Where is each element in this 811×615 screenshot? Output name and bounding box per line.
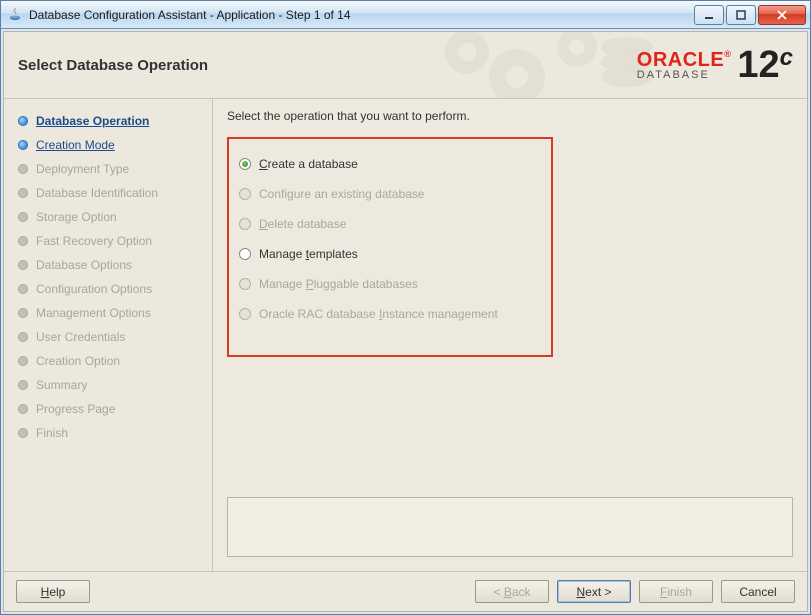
option-label: Manage templates xyxy=(259,247,358,261)
wizard-step-5: Fast Recovery Option xyxy=(18,229,206,253)
step-dot-icon xyxy=(18,284,28,294)
wizard-step-9: User Credentials xyxy=(18,325,206,349)
wizard-step-6: Database Options xyxy=(18,253,206,277)
radio-icon xyxy=(239,278,251,290)
close-button[interactable] xyxy=(758,5,806,25)
step-label: Progress Page xyxy=(36,402,115,416)
option-label: Configure an existing database xyxy=(259,187,424,201)
step-label: Fast Recovery Option xyxy=(36,234,152,248)
step-dot-icon xyxy=(18,236,28,246)
wizard-step-3: Database Identification xyxy=(18,181,206,205)
step-label: Summary xyxy=(36,378,87,392)
step-label: Storage Option xyxy=(36,210,117,224)
step-dot-icon xyxy=(18,332,28,342)
step-dot-icon xyxy=(18,356,28,366)
wizard-sidebar: Database Operation Creation Mode Deploymen… xyxy=(4,99,213,571)
page-title: Select Database Operation xyxy=(18,57,208,74)
wizard-step-10: Creation Option xyxy=(18,349,206,373)
step-dot-icon xyxy=(18,116,28,126)
option-label: Create a database xyxy=(259,157,358,171)
wizard-footer: Help < Back Next > Finish Cancel xyxy=(4,571,807,611)
finish-button[interactable]: Finish xyxy=(639,580,713,603)
step-dot-icon xyxy=(18,308,28,318)
wizard-step-7: Configuration Options xyxy=(18,277,206,301)
wizard-step-1[interactable]: Creation Mode xyxy=(18,133,206,157)
step-dot-icon xyxy=(18,428,28,438)
brand-oracle-text: ORACLE xyxy=(637,49,724,71)
step-label: Database Operation xyxy=(36,114,149,128)
brand-version-c: c xyxy=(780,44,793,71)
step-label: Finish xyxy=(36,426,68,440)
minimize-button[interactable] xyxy=(694,5,724,25)
radio-icon xyxy=(239,218,251,230)
wizard-step-0[interactable]: Database Operation xyxy=(18,109,206,133)
radio-icon xyxy=(239,158,251,170)
radio-icon xyxy=(239,188,251,200)
wizard-step-4: Storage Option xyxy=(18,205,206,229)
wizard-step-13: Finish xyxy=(18,421,206,445)
option-label: Oracle RAC database Instance management xyxy=(259,307,498,321)
option-label: Manage Pluggable databases xyxy=(259,277,418,291)
help-button[interactable]: Help xyxy=(16,580,90,603)
operation-option-1: Configure an existing database xyxy=(239,179,535,209)
window-controls xyxy=(692,5,806,25)
step-label: User Credentials xyxy=(36,330,125,344)
radio-icon xyxy=(239,248,251,260)
step-label: Database Identification xyxy=(36,186,158,200)
step-label: Management Options xyxy=(36,306,151,320)
step-label: Creation Option xyxy=(36,354,120,368)
cancel-button[interactable]: Cancel xyxy=(721,580,795,603)
option-label: Delete database xyxy=(259,217,346,231)
step-label: Database Options xyxy=(36,258,132,272)
window: Database Configuration Assistant - Appli… xyxy=(0,0,811,615)
title-bar: Database Configuration Assistant - Appli… xyxy=(1,1,810,29)
brand-database-text: DATABASE xyxy=(637,70,732,81)
wizard-step-11: Summary xyxy=(18,373,206,397)
step-dot-icon xyxy=(18,260,28,270)
wizard-step-2: Deployment Type xyxy=(18,157,206,181)
wizard-step-12: Progress Page xyxy=(18,397,206,421)
client-area: Select Database Operation ORACLE® DATABA… xyxy=(3,31,808,612)
gears-decor-icon xyxy=(427,32,657,99)
instruction-text: Select the operation that you want to pe… xyxy=(227,109,793,123)
brand-version-num: 12 xyxy=(737,44,779,86)
operation-option-4: Manage Pluggable databases xyxy=(239,269,535,299)
window-title: Database Configuration Assistant - Appli… xyxy=(29,8,692,22)
oracle-brand: ORACLE® DATABASE 12c xyxy=(637,46,793,84)
step-label: Configuration Options xyxy=(36,282,152,296)
step-dot-icon xyxy=(18,164,28,174)
operation-options-highlight: Create a database Configure an existing d… xyxy=(227,137,553,357)
content-pane: Select the operation that you want to pe… xyxy=(213,99,807,571)
operation-option-3[interactable]: Manage templates xyxy=(239,239,535,269)
step-label: Creation Mode xyxy=(36,138,115,152)
java-cup-icon xyxy=(7,7,23,23)
maximize-button[interactable] xyxy=(726,5,756,25)
radio-icon xyxy=(239,308,251,320)
step-dot-icon xyxy=(18,404,28,414)
operation-option-2: Delete database xyxy=(239,209,535,239)
step-label: Deployment Type xyxy=(36,162,129,176)
step-dot-icon xyxy=(18,380,28,390)
brand-reg: ® xyxy=(724,49,731,59)
description-box xyxy=(227,497,793,557)
operation-option-0[interactable]: Create a database xyxy=(239,149,535,179)
wizard-step-8: Management Options xyxy=(18,301,206,325)
step-dot-icon xyxy=(18,140,28,150)
header-band: Select Database Operation ORACLE® DATABA… xyxy=(4,32,807,99)
back-button[interactable]: < Back xyxy=(475,580,549,603)
step-dot-icon xyxy=(18,212,28,222)
operation-option-5: Oracle RAC database Instance management xyxy=(239,299,535,329)
next-button[interactable]: Next > xyxy=(557,580,631,603)
main-split: Database Operation Creation Mode Deploymen… xyxy=(4,99,807,571)
step-dot-icon xyxy=(18,188,28,198)
